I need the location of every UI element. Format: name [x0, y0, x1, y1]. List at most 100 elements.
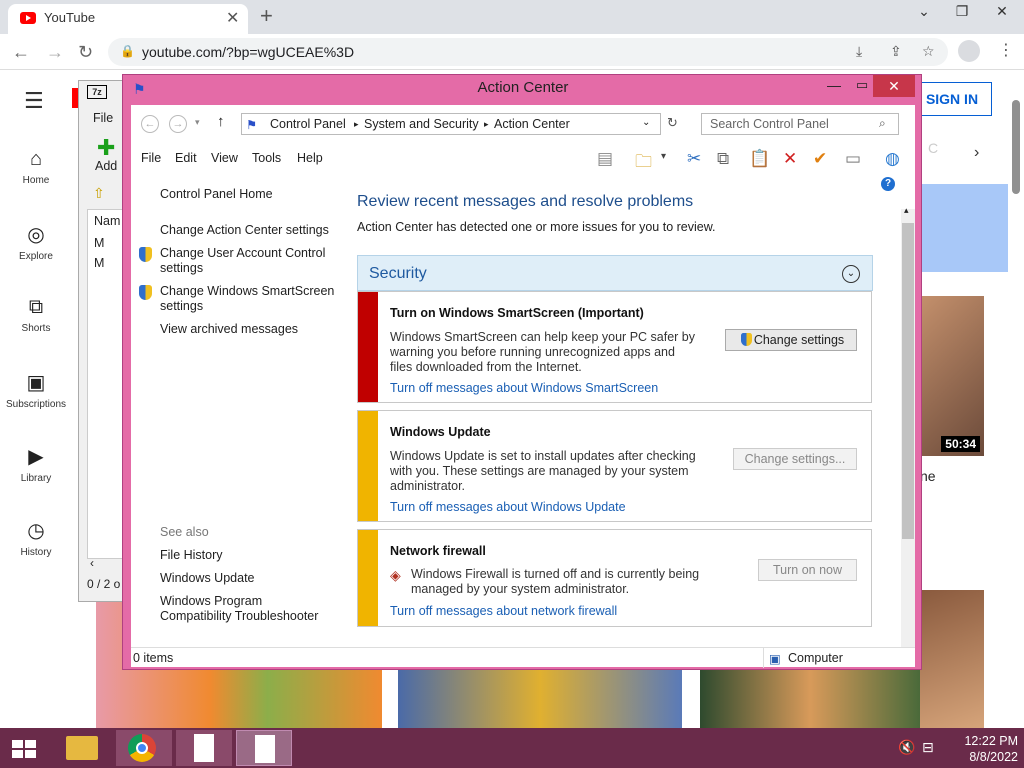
- share-icon[interactable]: ⇪: [890, 43, 902, 60]
- column-header-name[interactable]: Nam: [94, 214, 120, 228]
- delete-x-icon[interactable]: ✕: [783, 149, 797, 169]
- sidebar-item-home[interactable]: ⌂ Home: [0, 148, 72, 186]
- globe-icon[interactable]: ◍: [885, 149, 900, 169]
- taskbar-document-2[interactable]: [236, 730, 292, 766]
- change-action-center-settings-link[interactable]: Change Action Center settings: [160, 223, 329, 238]
- hamburger-menu-icon[interactable]: ☰: [24, 88, 44, 114]
- list-item[interactable]: M: [94, 236, 104, 250]
- sign-in-button[interactable]: SIGN IN: [912, 82, 992, 116]
- sevenzip-add-label[interactable]: Add: [95, 159, 117, 173]
- forward-arrow-icon[interactable]: →: [46, 42, 64, 63]
- scroll-left-icon[interactable]: ‹: [90, 556, 94, 570]
- up-arrow-icon[interactable]: ↑: [217, 113, 225, 130]
- sidebar-item-library[interactable]: ▶ Library: [0, 444, 72, 484]
- refresh-icon[interactable]: ↻: [667, 115, 678, 131]
- bookmark-star-icon[interactable]: ☆: [922, 43, 935, 60]
- scroll-thumb[interactable]: [902, 223, 914, 539]
- menu-help[interactable]: Help: [297, 151, 323, 165]
- severity-bar: [358, 411, 378, 521]
- sidebar-item-subscriptions[interactable]: ▣ Subscriptions: [0, 370, 72, 410]
- minimize-icon[interactable]: —: [819, 77, 849, 93]
- restore-window-icon[interactable]: ❐: [944, 0, 980, 22]
- taskbar-chrome[interactable]: [116, 730, 172, 766]
- sidebar-item-shorts[interactable]: ⧉ Shorts: [0, 296, 72, 334]
- browser-tab-youtube[interactable]: YouTube ✕: [8, 4, 248, 34]
- volume-muted-icon[interactable]: 🔇: [898, 739, 915, 756]
- collapse-chevron-icon[interactable]: ⌄: [842, 265, 860, 283]
- breadcrumb-item[interactable]: System and Security: [364, 117, 479, 131]
- breadcrumb[interactable]: ⚑ Control Panel ▸ System and Security ▸ …: [241, 113, 661, 135]
- windows-update-link[interactable]: Windows Update: [160, 571, 255, 586]
- checkmark-icon[interactable]: ✔: [813, 149, 827, 169]
- scroll-up-icon[interactable]: ▴: [904, 205, 909, 216]
- menu-edit[interactable]: Edit: [175, 151, 197, 165]
- breadcrumb-item[interactable]: Action Center: [494, 117, 570, 131]
- turn-off-update-messages-link[interactable]: Turn off messages about Windows Update: [390, 500, 626, 514]
- turn-off-firewall-messages-link[interactable]: Turn off messages about network firewall: [390, 604, 617, 618]
- address-bar[interactable]: 🔒 youtube.com/?bp=wgUCEAE%3D ⤓ ⇪ ☆: [108, 38, 948, 66]
- search-icon[interactable]: ⌕: [879, 116, 886, 131]
- turn-on-now-button[interactable]: Turn on now: [758, 559, 857, 581]
- menu-kebab-icon[interactable]: ⋮: [998, 40, 1014, 60]
- close-window-button[interactable]: ✕: [873, 75, 915, 97]
- content-scrollbar[interactable]: ▴ ▾: [901, 205, 915, 665]
- recent-dropdown-icon[interactable]: ▾: [195, 117, 200, 128]
- action-center-window: ⚑ Action Center — ▭ ✕ ← → ▾ ↑ ⚑ Control …: [122, 74, 922, 670]
- menu-tools[interactable]: Tools: [252, 151, 281, 165]
- video-thumbnail[interactable]: [920, 590, 984, 728]
- menu-file[interactable]: File: [141, 151, 161, 165]
- close-window-icon[interactable]: ✕: [984, 0, 1020, 22]
- video-thumbnail[interactable]: [700, 660, 920, 728]
- taskbar-file-explorer[interactable]: [56, 730, 112, 766]
- start-button[interactable]: [0, 730, 48, 766]
- chevron-down-icon[interactable]: ⌄: [642, 117, 650, 128]
- view-archived-messages-link[interactable]: View archived messages: [160, 322, 298, 337]
- control-panel-home-link[interactable]: Control Panel Home: [160, 187, 273, 202]
- add-plus-icon[interactable]: ✚: [97, 135, 115, 161]
- change-settings-button[interactable]: Change settings: [725, 329, 857, 351]
- back-arrow-icon[interactable]: ←: [12, 42, 30, 63]
- security-section-header[interactable]: Security ⌄: [357, 255, 873, 291]
- sidebar-item-history[interactable]: ◷ History: [0, 518, 72, 558]
- video-thumbnail[interactable]: [398, 660, 682, 728]
- tab-close-icon[interactable]: ✕: [226, 8, 239, 28]
- preview-pane-icon[interactable]: ▤: [597, 149, 613, 169]
- list-item[interactable]: M: [94, 256, 104, 270]
- forward-arrow-icon[interactable]: →: [169, 115, 187, 133]
- chevron-down-icon[interactable]: ⌄: [906, 0, 942, 22]
- network-firewall-message: Network firewall ◈ Windows Firewall is t…: [357, 529, 872, 627]
- taskbar-document-1[interactable]: [176, 730, 232, 766]
- profile-avatar-icon[interactable]: [958, 40, 980, 62]
- url-text[interactable]: youtube.com/?bp=wgUCEAE%3D: [142, 44, 354, 60]
- change-settings-disabled-button[interactable]: Change settings...: [733, 448, 857, 470]
- change-smartscreen-settings-link[interactable]: Change Windows SmartScreen settings: [160, 284, 340, 314]
- lock-icon[interactable]: 🔒: [120, 44, 135, 58]
- new-tab-icon[interactable]: +: [260, 3, 273, 29]
- turn-off-smartscreen-messages-link[interactable]: Turn off messages about Windows SmartScr…: [390, 381, 658, 395]
- system-clock[interactable]: 12:22 PM 8/8/2022: [944, 733, 1018, 765]
- file-history-link[interactable]: File History: [160, 548, 223, 563]
- change-uac-settings-link[interactable]: Change User Account Control settings: [160, 246, 340, 276]
- breadcrumb-item[interactable]: Control Panel: [270, 117, 346, 131]
- video-thumbnail[interactable]: 50:34: [920, 296, 984, 456]
- menu-view[interactable]: View: [211, 151, 238, 165]
- compatibility-troubleshooter-link[interactable]: Windows Program Compatibility Troublesho…: [160, 594, 330, 624]
- install-icon[interactable]: ⤓: [856, 43, 862, 60]
- copy-icon[interactable]: ⧉: [717, 149, 729, 169]
- network-icon[interactable]: ⊟: [922, 739, 934, 756]
- back-arrow-icon[interactable]: ←: [141, 115, 159, 133]
- chrome-icon: [128, 734, 156, 762]
- sevenzip-file-menu[interactable]: File: [93, 111, 113, 125]
- search-input[interactable]: Search Control Panel: [701, 113, 899, 135]
- page-scrollbar[interactable]: [1012, 100, 1020, 194]
- dropdown-icon[interactable]: ▾: [661, 151, 666, 162]
- sidebar-item-explore[interactable]: ◎ Explore: [0, 222, 72, 262]
- paste-clipboard-icon[interactable]: 📋: [749, 149, 770, 169]
- chevron-right-icon[interactable]: ›: [974, 144, 979, 162]
- reload-icon[interactable]: ↻: [78, 42, 93, 63]
- firewall-icon: ◈: [390, 567, 401, 583]
- cut-scissors-icon[interactable]: ✂: [687, 149, 701, 169]
- properties-icon[interactable]: ▭: [845, 149, 861, 169]
- folder-up-icon[interactable]: ⇧: [93, 185, 105, 202]
- folder-icon[interactable]: 🗀: [635, 149, 652, 178]
